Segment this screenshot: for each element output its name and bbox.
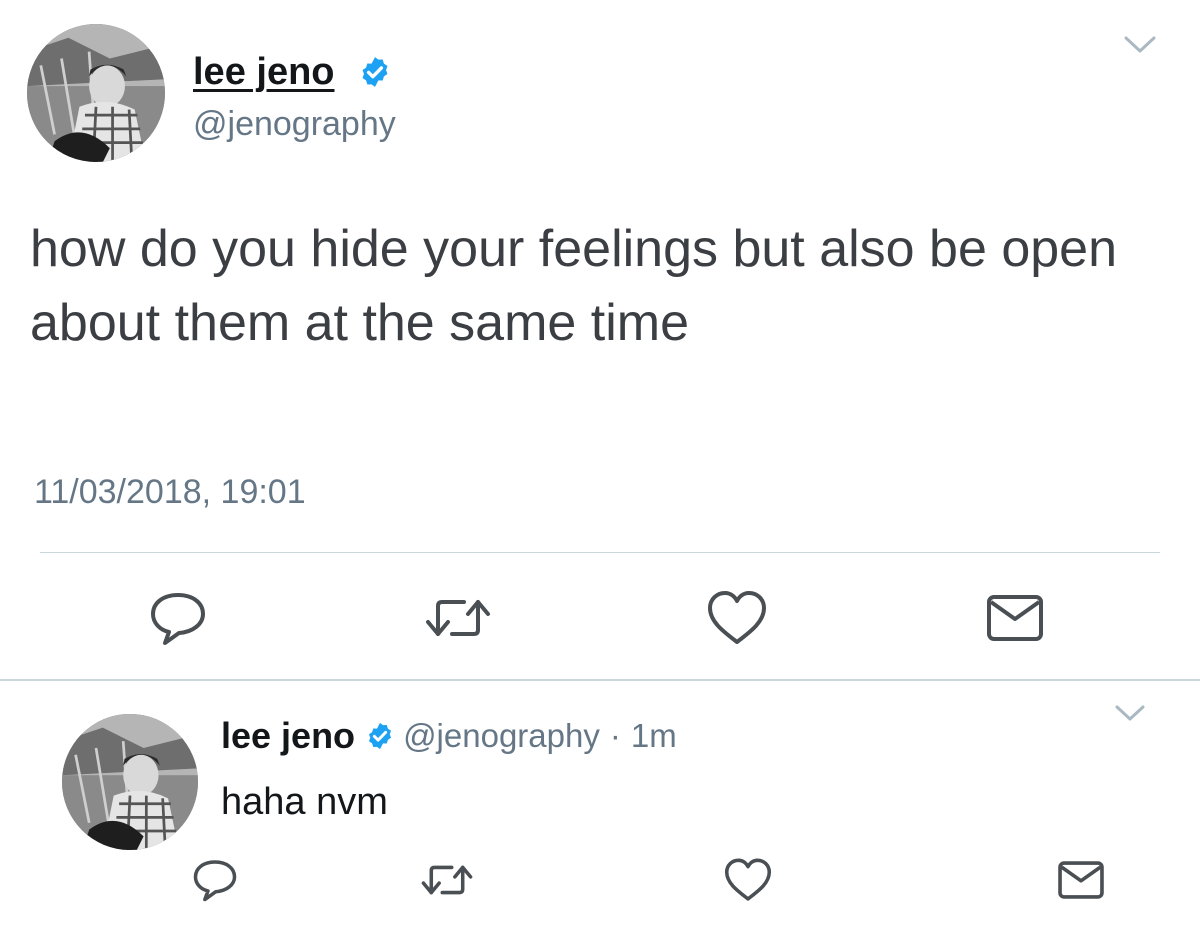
tweet-header: lee jeno @jenography · 1m	[221, 714, 677, 758]
relative-time[interactable]: 1m	[631, 717, 677, 755]
verified-badge-icon	[358, 55, 392, 89]
chevron-down-icon[interactable]	[1120, 30, 1160, 60]
envelope-icon[interactable]	[1056, 858, 1106, 902]
avatar-photo	[62, 714, 198, 850]
chevron-down-icon[interactable]	[1112, 700, 1148, 726]
envelope-icon[interactable]	[984, 592, 1046, 644]
retweet-icon[interactable]	[418, 590, 498, 646]
tweet-text: how do you hide your feelings but also b…	[30, 220, 1117, 352]
reply-icon[interactable]	[190, 856, 240, 904]
separator-dot: ·	[609, 717, 621, 754]
tweet-text: haha nvm	[221, 781, 388, 823]
profile-avatar[interactable]	[27, 24, 165, 162]
divider	[40, 552, 1160, 553]
heart-icon[interactable]	[722, 856, 774, 904]
handle[interactable]: @jenography	[403, 717, 600, 755]
handle[interactable]: @jenography	[193, 104, 396, 144]
profile-avatar[interactable]	[62, 714, 198, 850]
retweet-icon[interactable]	[414, 858, 480, 902]
heart-icon[interactable]	[704, 588, 770, 648]
display-name-link[interactable]: lee jeno	[193, 50, 335, 94]
reply-icon[interactable]	[146, 588, 210, 648]
avatar-photo	[27, 24, 165, 162]
display-name[interactable]: lee jeno	[221, 715, 355, 757]
tweet-timestamp[interactable]: 11/03/2018, 19:01	[34, 472, 306, 512]
section-divider	[0, 679, 1200, 681]
verified-badge-icon	[365, 721, 395, 751]
